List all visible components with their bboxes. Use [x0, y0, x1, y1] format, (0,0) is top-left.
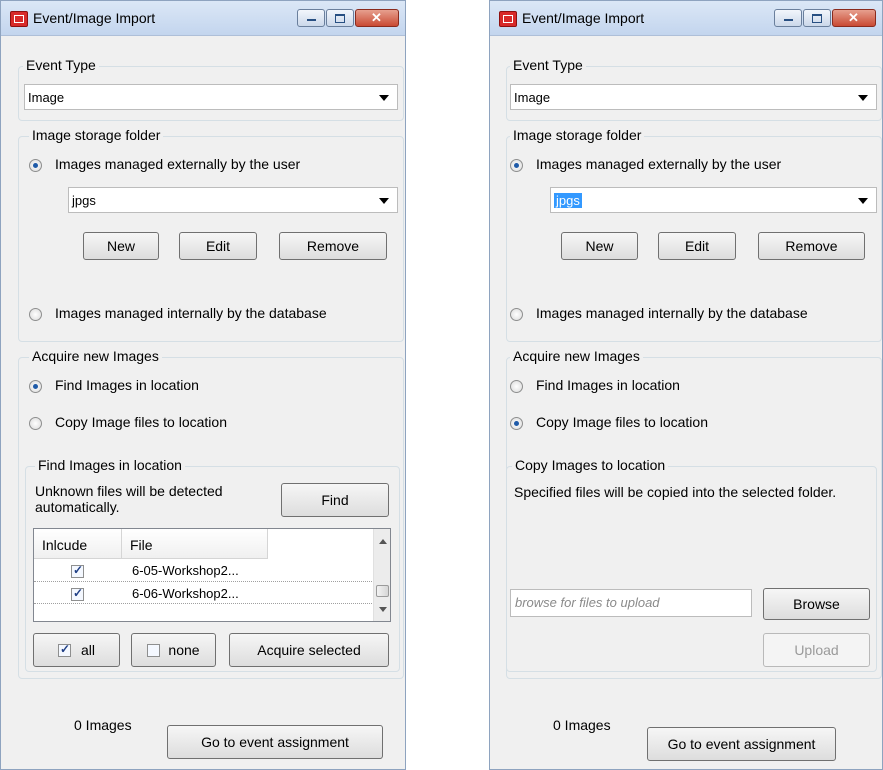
minimize-icon[interactable] [774, 9, 802, 27]
radio-copy[interactable] [29, 417, 42, 430]
radio-copy[interactable] [510, 417, 523, 430]
browse-button[interactable]: Browse [763, 588, 870, 620]
column-header-include[interactable]: Inlcude [34, 529, 122, 559]
checkbox-icon [147, 644, 161, 657]
new-button[interactable]: New [561, 232, 638, 260]
close-icon[interactable] [832, 9, 876, 27]
event-type-select[interactable]: Image [510, 84, 877, 110]
copy-label: Copy Images to location [512, 457, 669, 473]
radio-external[interactable] [510, 159, 523, 172]
maximize-icon[interactable] [326, 9, 354, 27]
option-external-label: Images managed externally by the user [55, 156, 301, 172]
acquire-label: Acquire new Images [29, 348, 162, 364]
new-button[interactable]: New [83, 232, 159, 260]
check-icon [57, 642, 71, 657]
radio-internal[interactable] [510, 308, 523, 321]
files-grid[interactable]: Inlcude File 6-05-Workshop2... 6-06-Work… [33, 528, 391, 622]
title-bar: Event/Image Import [490, 1, 882, 36]
chevron-down-icon [379, 198, 389, 204]
folder-value: jpgs [72, 193, 96, 208]
remove-button[interactable]: Remove [758, 232, 865, 260]
go-to-event-assignment-button[interactable]: Go to event assignment [167, 725, 383, 759]
window-title: Event/Image Import [33, 10, 156, 26]
import-window-copy: Event/Image Import Event Type Image Imag… [489, 0, 883, 770]
option-internal-label: Images managed internally by the databas… [536, 305, 808, 321]
import-window-find: Event/Image Import Event Type Image Imag… [0, 0, 406, 770]
event-type-value: Image [28, 90, 65, 105]
radio-find[interactable] [510, 380, 523, 393]
upload-button[interactable]: Upload [763, 633, 870, 667]
radio-internal[interactable] [29, 308, 42, 321]
chevron-down-icon [379, 95, 389, 101]
edit-button[interactable]: Edit [658, 232, 736, 260]
scroll-up-icon[interactable] [379, 539, 387, 544]
event-type-select[interactable]: Image [24, 84, 398, 110]
maximize-icon[interactable] [803, 9, 831, 27]
find-button[interactable]: Find [281, 483, 389, 517]
remove-button[interactable]: Remove [279, 232, 387, 260]
option-find-label: Find Images in location [55, 377, 199, 393]
app-icon [499, 11, 517, 27]
app-icon [10, 11, 28, 27]
option-find-label: Find Images in location [536, 377, 680, 393]
folder-select[interactable]: jpgs [68, 187, 398, 213]
upload-path-placeholder: browse for files to upload [515, 595, 660, 610]
row-file: 6-05-Workshop2... [132, 563, 239, 578]
row-file: 6-06-Workshop2... [132, 586, 239, 601]
scroll-thumb[interactable] [376, 585, 389, 597]
folder-value: jpgs [554, 193, 582, 208]
upload-path-input[interactable]: browse for files to upload [510, 589, 752, 617]
find-description: Unknown files will be detected automatic… [35, 483, 223, 515]
image-count: 0 Images [553, 717, 611, 733]
chevron-down-icon [858, 198, 868, 204]
image-count: 0 Images [74, 717, 132, 733]
window-title: Event/Image Import [522, 10, 645, 26]
select-none-button[interactable]: none [131, 633, 216, 667]
option-external-label: Images managed externally by the user [536, 156, 782, 172]
option-copy-label: Copy Image files to location [536, 414, 708, 430]
scroll-down-icon[interactable] [379, 607, 387, 612]
storage-label: Image storage folder [510, 127, 645, 143]
find-label: Find Images in location [35, 457, 185, 473]
select-all-button[interactable]: all [33, 633, 120, 667]
title-bar: Event/Image Import [1, 1, 405, 36]
go-to-event-assignment-button[interactable]: Go to event assignment [647, 727, 836, 761]
radio-external[interactable] [29, 159, 42, 172]
event-type-value: Image [514, 90, 551, 105]
radio-find[interactable] [29, 380, 42, 393]
option-copy-label: Copy Image files to location [55, 414, 227, 430]
chevron-down-icon [858, 95, 868, 101]
row-include-checkbox[interactable] [71, 563, 84, 578]
grid-scrollbar[interactable] [373, 529, 390, 621]
select-none-label: none [168, 642, 200, 658]
event-type-label: Event Type [510, 57, 586, 73]
event-type-label: Event Type [23, 57, 99, 73]
storage-label: Image storage folder [29, 127, 164, 143]
column-header-file[interactable]: File [122, 529, 268, 559]
copy-description: Specified files will be copied into the … [514, 484, 837, 500]
folder-select[interactable]: jpgs [550, 187, 877, 213]
close-icon[interactable] [355, 9, 399, 27]
row-include-checkbox[interactable] [71, 586, 84, 601]
option-internal-label: Images managed internally by the databas… [55, 305, 327, 321]
minimize-icon[interactable] [297, 9, 325, 27]
edit-button[interactable]: Edit [179, 232, 257, 260]
acquire-label: Acquire new Images [510, 348, 643, 364]
select-all-label: all [80, 642, 95, 658]
acquire-selected-button[interactable]: Acquire selected [229, 633, 389, 667]
